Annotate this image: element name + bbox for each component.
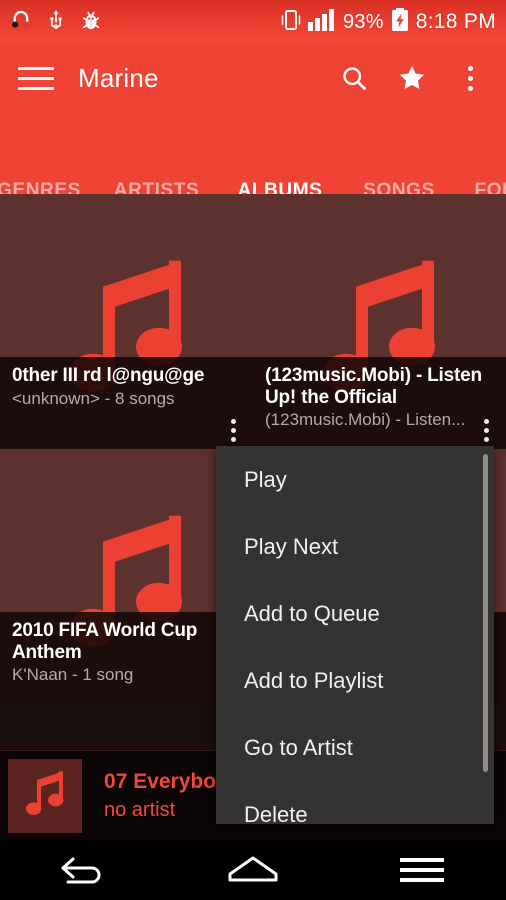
battery-percent-label: 93%: [343, 10, 384, 33]
context-menu-item-label: Add to Playlist: [244, 667, 384, 693]
app-bar-actions: [338, 62, 492, 94]
album-meta: (123music.Mobi) - Listen Up! the Officia…: [253, 357, 506, 449]
context-menu-item-add-to-playlist[interactable]: Add to Playlist: [216, 647, 494, 714]
album-overflow-menu-icon[interactable]: [223, 417, 243, 443]
context-menu-item-label: Delete: [244, 801, 308, 825]
context-menu-item-go-to-artist[interactable]: Go to Artist: [216, 714, 494, 781]
status-bar-left-icons: [10, 9, 102, 36]
battery-charging-icon: [391, 7, 409, 37]
album-subtitle: (123music.Mobi) - Listen...: [265, 410, 466, 430]
system-navigation-bar: [0, 840, 506, 900]
vibrate-icon: [281, 8, 301, 37]
album-overflow-menu-icon[interactable]: [476, 417, 496, 443]
music-note-icon: [22, 768, 68, 823]
album-subtitle: K'Naan - 1 song: [12, 665, 134, 685]
now-playing-artwork: [8, 758, 82, 833]
headphones-icon: [10, 9, 32, 36]
bug-icon: [80, 9, 102, 36]
context-menu-item-delete[interactable]: Delete: [216, 781, 494, 825]
status-bar-right-icons: 93% 8:18 PM: [281, 7, 496, 37]
page-title: Marine: [78, 62, 159, 93]
usb-icon: [46, 9, 66, 36]
album-meta: 0ther III rd l@ngu@ge <unknown> - 8 song…: [0, 357, 253, 449]
context-menu-item-label: Go to Artist: [244, 734, 353, 760]
context-menu-scrollbar[interactable]: [483, 454, 488, 772]
star-icon[interactable]: [396, 62, 428, 94]
app-bar: Marine GENRES ARTISTS ALBUMS SONGS FO: [0, 44, 506, 230]
search-icon[interactable]: [338, 62, 370, 94]
context-menu-item-play-next[interactable]: Play Next: [216, 513, 494, 580]
album-title: 0ther III rd l@ngu@ge: [12, 365, 205, 386]
home-icon[interactable]: [208, 845, 298, 895]
context-menu: Play Play Next Add to Queue Add to Playl…: [216, 446, 494, 824]
context-menu-item-play[interactable]: Play: [216, 446, 494, 513]
context-menu-item-label: Add to Queue: [244, 600, 380, 626]
context-menu-item-add-to-queue[interactable]: Add to Queue: [216, 580, 494, 647]
back-arrow-icon[interactable]: [39, 845, 129, 895]
overflow-menu-icon[interactable]: [454, 62, 486, 94]
hamburger-menu-icon[interactable]: [14, 56, 58, 100]
recent-apps-icon[interactable]: [377, 845, 467, 895]
context-menu-item-label: Play Next: [244, 533, 339, 559]
album-title: 2010 FIFA World Cup Anthem: [12, 620, 198, 663]
status-bar: 93% 8:18 PM: [0, 0, 506, 44]
album-grid-item[interactable]: 0ther III rd l@ngu@ge <unknown> - 8 song…: [0, 194, 253, 449]
album-grid-item[interactable]: (123music.Mobi) - Listen Up! the Officia…: [253, 194, 506, 449]
context-menu-item-label: Play: [244, 466, 287, 492]
app-bar-top-row: Marine: [0, 44, 506, 112]
app-screen: 93% 8:18 PM Marine GENRES ARTISTS ALBUMS…: [0, 0, 506, 900]
album-subtitle: <unknown> - 8 songs: [12, 388, 175, 408]
album-title: (123music.Mobi) - Listen Up! the Officia…: [265, 365, 482, 408]
signal-icon: [308, 8, 336, 36]
clock-label: 8:18 PM: [415, 10, 496, 33]
